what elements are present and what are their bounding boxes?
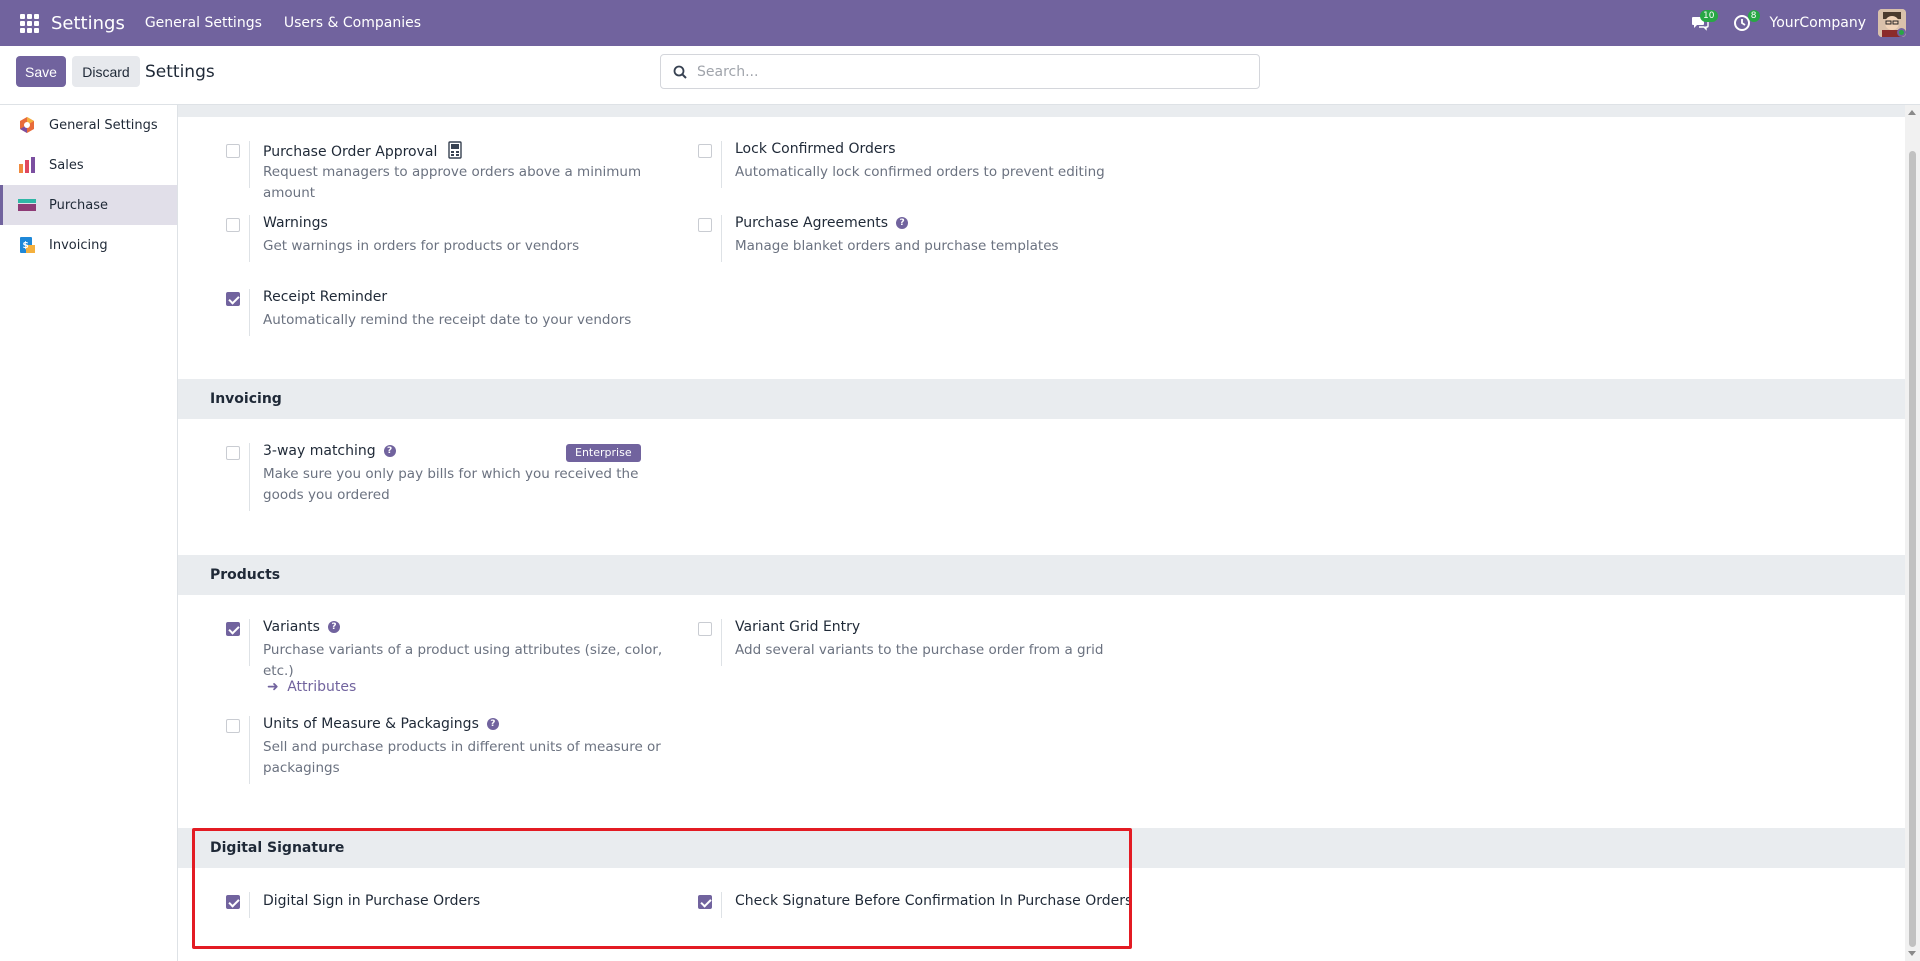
variants-title: Variants? <box>263 619 340 635</box>
sidebar-item-label: General Settings <box>49 117 158 133</box>
search-input[interactable] <box>697 63 1237 80</box>
three-way-title: 3-way matching? <box>263 443 396 459</box>
divider <box>249 215 250 262</box>
studio-doc-icon <box>448 141 462 159</box>
company-switcher[interactable]: YourCompany <box>1770 15 1867 31</box>
check-signature-title: Check Signature Before Confirmation In P… <box>735 893 1133 909</box>
scroll-down-icon[interactable] <box>1908 951 1916 956</box>
arrow-right-icon: ➜ <box>267 679 279 695</box>
grid-entry-title: Variant Grid Entry <box>735 619 861 635</box>
three-way-desc: Make sure you only pay bills for which y… <box>263 466 639 503</box>
sidebar-item-label: Sales <box>49 157 84 173</box>
app-title[interactable]: Settings <box>51 13 125 34</box>
activities-count-badge: 8 <box>1747 10 1760 22</box>
divider <box>249 289 250 336</box>
uom-title: Units of Measure & Packagings? <box>263 716 499 732</box>
lock-orders-desc: Automatically lock confirmed orders to p… <box>735 164 1105 180</box>
digital-sign-checkbox[interactable] <box>226 895 240 909</box>
divider <box>249 443 250 511</box>
discard-button[interactable]: Discard <box>72 56 140 87</box>
divider <box>721 215 722 262</box>
breadcrumb: Settings <box>145 62 215 82</box>
section-digital-signature: Digital Signature <box>178 828 1905 868</box>
menu-general-settings[interactable]: General Settings <box>145 15 262 31</box>
divider <box>721 619 722 666</box>
receipt-reminder-title: Receipt Reminder <box>263 289 388 305</box>
save-button[interactable]: Save <box>16 56 66 87</box>
po-approval-checkbox[interactable] <box>226 144 240 158</box>
warnings-desc: Get warnings in orders for products or v… <box>263 238 580 254</box>
content-scrollbar[interactable] <box>1905 105 1920 961</box>
help-icon[interactable]: ? <box>896 217 909 229</box>
variants-desc: Purchase variants of a product using att… <box>263 642 663 679</box>
agreements-checkbox[interactable] <box>698 218 712 232</box>
attributes-link[interactable]: ➜ Attributes <box>267 679 356 695</box>
sales-icon <box>19 157 35 173</box>
menu-users-companies[interactable]: Users & Companies <box>284 15 421 31</box>
activities-button[interactable]: 8 <box>1728 9 1760 37</box>
section-products: Products <box>178 555 1905 595</box>
search-icon <box>673 65 687 79</box>
invoicing-icon: $ <box>20 237 35 253</box>
sidebar-item-label: Purchase <box>49 197 109 213</box>
uom-checkbox[interactable] <box>226 719 240 733</box>
enterprise-badge[interactable]: Enterprise <box>566 444 641 462</box>
scroll-thumb[interactable] <box>1909 151 1916 947</box>
help-icon[interactable]: ? <box>486 718 499 730</box>
settings-sidebar: General Settings Sales Purchase $ Invoic… <box>0 105 178 961</box>
help-icon[interactable]: ? <box>327 621 340 633</box>
control-panel: Save Discard Settings <box>0 46 1920 105</box>
agreements-desc: Manage blanket orders and purchase templ… <box>735 238 1059 254</box>
section-divider <box>178 105 1905 117</box>
user-avatar[interactable] <box>1878 9 1906 37</box>
variants-checkbox[interactable] <box>226 622 240 636</box>
sidebar-item-purchase[interactable]: Purchase <box>0 185 177 225</box>
sidebar-item-sales[interactable]: Sales <box>0 145 177 185</box>
check-signature-checkbox[interactable] <box>698 895 712 909</box>
agreements-title: Purchase Agreements? <box>735 215 909 231</box>
sidebar-item-label: Invoicing <box>49 237 108 253</box>
warnings-title: Warnings <box>263 215 328 231</box>
messages-count-badge: 10 <box>1700 10 1718 22</box>
po-approval-title: Purchase Order Approval <box>263 141 462 160</box>
divider <box>249 716 250 784</box>
settings-content: Purchase Order Approval Request managers… <box>178 105 1905 961</box>
section-invoicing: Invoicing <box>178 379 1905 419</box>
scroll-up-icon[interactable] <box>1908 110 1916 115</box>
general-settings-icon <box>20 117 34 133</box>
warnings-checkbox[interactable] <box>226 218 240 232</box>
divider <box>721 141 722 188</box>
lock-orders-checkbox[interactable] <box>698 144 712 158</box>
svg-text:$: $ <box>23 241 29 251</box>
receipt-reminder-checkbox[interactable] <box>226 292 240 306</box>
search-box[interactable] <box>660 54 1260 89</box>
grid-entry-desc: Add several variants to the purchase ord… <box>735 642 1104 658</box>
top-navbar: Settings General Settings Users & Compan… <box>0 0 1920 46</box>
divider <box>249 619 250 666</box>
purchase-icon <box>18 199 36 211</box>
app-grid-icon[interactable] <box>16 10 42 36</box>
three-way-checkbox[interactable] <box>226 446 240 460</box>
online-status-icon <box>1897 28 1906 37</box>
divider <box>721 892 722 918</box>
help-icon[interactable]: ? <box>383 445 396 457</box>
uom-desc: Sell and purchase products in different … <box>263 739 661 776</box>
po-approval-desc: Request managers to approve orders above… <box>263 164 642 201</box>
divider <box>249 141 250 188</box>
sidebar-item-invoicing[interactable]: $ Invoicing <box>0 225 177 265</box>
digital-sign-title: Digital Sign in Purchase Orders <box>263 893 481 909</box>
sidebar-item-general-settings[interactable]: General Settings <box>0 105 177 145</box>
grid-entry-checkbox[interactable] <box>698 622 712 636</box>
lock-orders-title: Lock Confirmed Orders <box>735 141 896 157</box>
receipt-reminder-desc: Automatically remind the receipt date to… <box>263 312 632 328</box>
messages-button[interactable]: 10 <box>1686 9 1718 37</box>
divider <box>249 892 250 918</box>
